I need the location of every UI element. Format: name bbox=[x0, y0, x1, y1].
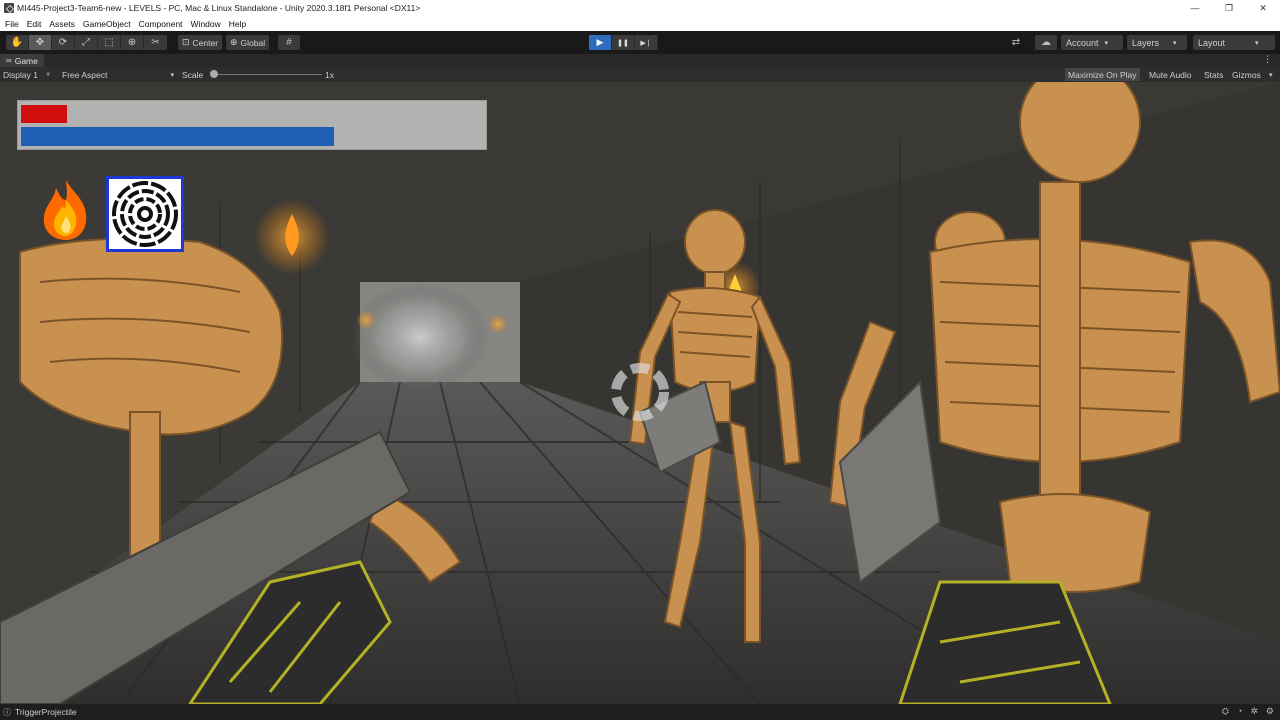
menu-window[interactable]: Window bbox=[191, 19, 221, 29]
globe-icon: ⊕ bbox=[230, 37, 238, 47]
custom-tool-icon[interactable]: ✂ bbox=[144, 35, 167, 50]
network-icon[interactable]: ⛭ bbox=[1222, 706, 1229, 717]
hand-tool-icon[interactable]: ✋ bbox=[6, 35, 29, 50]
panel-menu-icon[interactable]: ⋮ bbox=[1263, 54, 1272, 65]
chevron-down-icon[interactable]: ▾ bbox=[1266, 68, 1276, 81]
transform-tool-icon[interactable]: ⊕ bbox=[121, 35, 144, 50]
restore-button[interactable]: ❐ bbox=[1212, 0, 1246, 16]
step-button[interactable]: ▶❘ bbox=[635, 35, 658, 50]
status-tray: ⛭ ◔ ✲ ⚙ bbox=[1214, 706, 1274, 717]
playback-controls: ▶ ❚❚ ▶❘ bbox=[589, 35, 658, 50]
transform-tools: ✋ ✥ ⟳ ⤢ ⬚ ⊕ ✂ bbox=[6, 35, 167, 50]
account-dropdown[interactable]: Account ▾ bbox=[1061, 35, 1123, 50]
layout-dropdown[interactable]: Layout ▾ bbox=[1193, 35, 1275, 50]
menu-assets[interactable]: Assets bbox=[49, 19, 75, 29]
game-view-options: Display 1 ▾ Free Aspect ▾ Scale 1x Maxim… bbox=[0, 67, 1280, 82]
grid-snap-icon[interactable]: # bbox=[278, 35, 300, 50]
cloud-icon[interactable]: ☁ bbox=[1035, 35, 1057, 50]
aspect-label: Free Aspect bbox=[62, 69, 108, 80]
display-dropdown[interactable]: Display 1 bbox=[3, 67, 38, 82]
menu-file[interactable]: File bbox=[5, 19, 19, 29]
menu-edit[interactable]: Edit bbox=[27, 19, 42, 29]
rotate-tool-icon[interactable]: ⟳ bbox=[52, 35, 75, 50]
main-toolbar: ✋ ✥ ⟳ ⤢ ⬚ ⊕ ✂ ⊡ Center ⊕ Global # ▶ ❚❚ ▶… bbox=[0, 31, 1280, 54]
menu-component[interactable]: Component bbox=[139, 19, 183, 29]
close-button[interactable]: ✕ bbox=[1246, 0, 1280, 16]
global-space-toggle[interactable]: ⊕ Global bbox=[226, 35, 270, 50]
layers-label: Layers bbox=[1132, 37, 1160, 48]
progress-icon[interactable]: ◔ bbox=[1237, 706, 1242, 717]
scale-tool-icon[interactable]: ⤢ bbox=[75, 35, 98, 50]
mana-bar-fill bbox=[21, 127, 334, 146]
window-title: MI445-Project3-Team6-new - LEVELS - PC, … bbox=[17, 3, 421, 13]
gizmos-dropdown[interactable]: Gizmos bbox=[1229, 68, 1264, 81]
scale-slider-handle[interactable] bbox=[210, 70, 218, 78]
layout-label: Layout bbox=[1198, 37, 1226, 48]
move-tool-icon[interactable]: ✥ bbox=[29, 35, 52, 50]
menu-help[interactable]: Help bbox=[229, 19, 246, 29]
scale-value: 1x bbox=[325, 69, 334, 80]
title-bar: MI445-Project3-Team6-new - LEVELS - PC, … bbox=[0, 0, 1280, 16]
mana-bar bbox=[21, 127, 481, 146]
pivot-icon: ⊡ bbox=[182, 37, 190, 47]
chevron-down-icon: ▾ bbox=[170, 71, 174, 79]
collab-icon[interactable]: ⇄ bbox=[1005, 35, 1027, 50]
aspect-dropdown[interactable]: Free Aspect ▾ bbox=[62, 67, 174, 82]
rect-tool-icon[interactable]: ⬚ bbox=[98, 35, 121, 50]
tab-game[interactable]: ∞ Game bbox=[0, 54, 44, 67]
account-label: Account bbox=[1066, 37, 1099, 48]
tab-game-label: Game bbox=[14, 55, 38, 66]
chevron-down-icon: ▾ bbox=[1104, 39, 1109, 47]
unity-logo-icon bbox=[4, 3, 14, 13]
chevron-down-icon: ▾ bbox=[46, 69, 51, 79]
scale-label: Scale bbox=[182, 69, 204, 80]
maximize-on-play-toggle[interactable]: Maximize On Play bbox=[1065, 68, 1140, 81]
layers-dropdown[interactable]: Layers ▾ bbox=[1127, 35, 1187, 50]
target-ability-icon bbox=[112, 181, 178, 247]
chevron-down-icon: ▾ bbox=[1173, 39, 1177, 47]
console-message[interactable]: TriggerProjectile bbox=[15, 707, 77, 717]
menu-bar: File Edit Assets GameObject Component Wi… bbox=[0, 16, 1280, 31]
settings-icon[interactable]: ⚙ bbox=[1266, 706, 1274, 717]
pivot-label: Center bbox=[192, 37, 219, 48]
menu-gameobject[interactable]: GameObject bbox=[83, 19, 131, 29]
corridor-fog bbox=[350, 282, 490, 392]
pivot-center-toggle[interactable]: ⊡ Center bbox=[178, 35, 223, 50]
info-icon: ⓘ bbox=[3, 707, 11, 717]
hud-status-panel bbox=[17, 100, 487, 150]
play-button[interactable]: ▶ bbox=[589, 35, 612, 50]
scale-slider-track[interactable] bbox=[212, 74, 322, 75]
mute-audio-toggle[interactable]: Mute Audio bbox=[1146, 68, 1195, 81]
game-viewport[interactable] bbox=[0, 82, 1280, 704]
minimize-button[interactable]: — bbox=[1178, 0, 1212, 16]
stats-toggle[interactable]: Stats bbox=[1201, 68, 1226, 81]
dungeon-scene bbox=[0, 82, 1280, 704]
pause-button[interactable]: ❚❚ bbox=[612, 35, 635, 50]
status-bar: ⓘ TriggerProjectile ⛭ ◔ ✲ ⚙ bbox=[0, 704, 1280, 720]
target-ability-slot[interactable] bbox=[106, 176, 184, 252]
game-controller-icon: ∞ bbox=[6, 56, 12, 65]
health-bar bbox=[21, 105, 481, 123]
health-bar-fill bbox=[21, 105, 67, 123]
space-label: Global bbox=[240, 37, 266, 48]
window-controls: — ❐ ✕ bbox=[1178, 0, 1280, 16]
bug-icon[interactable]: ✲ bbox=[1250, 706, 1258, 717]
fire-ability-icon bbox=[43, 180, 87, 240]
chevron-down-icon: ▾ bbox=[1255, 39, 1259, 47]
game-tab-bar: ∞ Game ⋮ bbox=[0, 54, 1280, 67]
